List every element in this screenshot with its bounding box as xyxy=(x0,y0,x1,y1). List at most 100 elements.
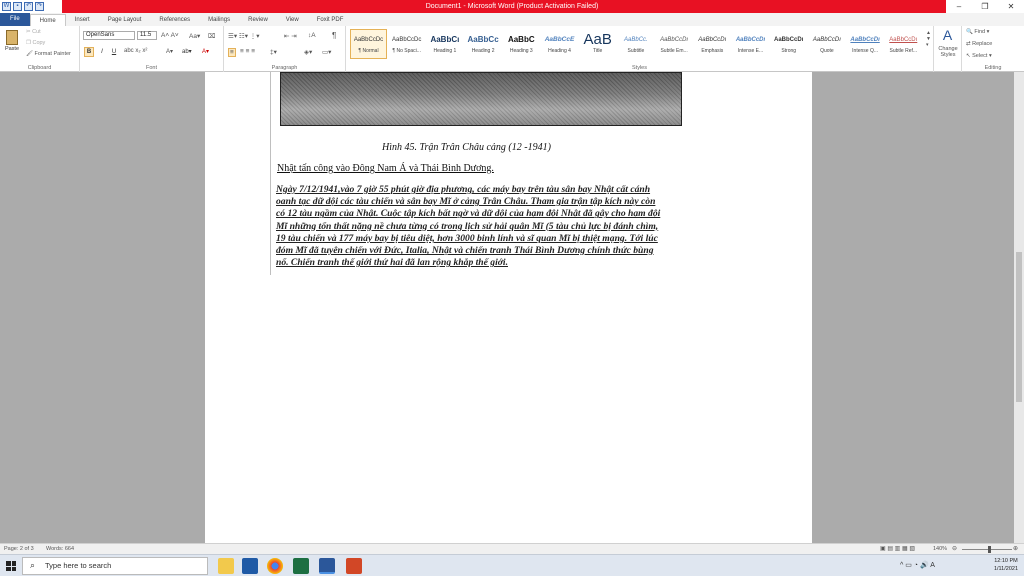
show-marks-button[interactable]: ¶ xyxy=(332,31,336,40)
style-9[interactable]: AaBbCcDı Emphasis xyxy=(694,29,731,59)
tab-references[interactable]: References xyxy=(150,14,199,26)
tab-file[interactable]: File xyxy=(0,13,30,26)
style-1[interactable]: AaBbCcDc ¶ No Spaci... xyxy=(388,29,425,59)
style-8[interactable]: AaBbCcDı Subtle Em... xyxy=(656,29,693,59)
underline-button[interactable]: U xyxy=(109,47,119,57)
style-10[interactable]: AaBbCcDı Intense E... xyxy=(732,29,769,59)
tab-view[interactable]: View xyxy=(277,14,308,26)
style-13[interactable]: AaBbCcDı Intense Q... xyxy=(847,29,884,59)
indent-icon[interactable]: ⇤ ⇥ xyxy=(284,32,297,40)
clock[interactable]: 12:10 PM 1/11/2021 xyxy=(994,557,1018,573)
zoom-out-icon[interactable]: ⊖ xyxy=(952,545,957,552)
maximize-button[interactable]: ❐ xyxy=(972,0,998,13)
ribbon-tabs: File Home Insert Page Layout References … xyxy=(0,13,1024,26)
style-0[interactable]: AaBbCcDc ¶ Normal xyxy=(350,29,387,59)
clear-format-icon[interactable]: ⌧ xyxy=(208,32,216,40)
brush-icon: 🖌 xyxy=(26,51,35,57)
minimize-button[interactable]: – xyxy=(946,0,972,13)
page-count[interactable]: Page: 2 of 3 xyxy=(4,546,34,552)
tab-insert[interactable]: Insert xyxy=(66,14,99,26)
mail-icon[interactable] xyxy=(242,558,258,574)
style-preview: AaBbCcDı xyxy=(889,37,918,43)
clock-date: 1/11/2021 xyxy=(993,566,1018,572)
bold-button[interactable]: B xyxy=(84,47,94,57)
style-14[interactable]: AaBbCcDı Subtle Ref... xyxy=(885,29,922,59)
style-4[interactable]: AaBbC Heading 3 xyxy=(503,29,540,59)
tab-review[interactable]: Review xyxy=(239,14,277,26)
line-spacing-icon[interactable]: ‡▾ xyxy=(270,48,277,56)
tab-mailings[interactable]: Mailings xyxy=(199,14,239,26)
borders-icon[interactable]: ▭▾ xyxy=(322,48,331,56)
shading-icon[interactable]: ◈▾ xyxy=(304,48,312,56)
style-name: Strong xyxy=(781,48,797,54)
zoom-in-icon[interactable]: ⊕ xyxy=(1013,545,1018,552)
cut-button[interactable]: ✂ Cut xyxy=(26,29,41,35)
style-name: Subtitle xyxy=(627,48,645,54)
tray-icons[interactable]: ^ ▭ ◔ 🔊 A xyxy=(900,561,935,569)
ribbon: Paste ✂ Cut ❐ Copy 🖌 Format Painter Clip… xyxy=(0,26,1024,72)
format-painter-button[interactable]: 🖌 Format Painter xyxy=(26,51,71,57)
font-name-box[interactable]: OpenSans xyxy=(83,31,135,40)
font-size-box[interactable]: 11.5 xyxy=(137,31,157,40)
file-explorer-icon[interactable] xyxy=(218,558,234,574)
style-11[interactable]: AaBbCcDı Strong xyxy=(770,29,807,59)
save-icon[interactable]: ▪ xyxy=(13,2,22,11)
align-left-icon[interactable]: ≡ xyxy=(228,48,236,57)
undo-icon[interactable]: ↶ xyxy=(24,2,33,11)
editing-label: Editing xyxy=(984,65,1002,71)
change-styles-icon: A xyxy=(942,27,953,43)
text-effects-icon[interactable]: A▾ xyxy=(166,48,173,55)
tab-foxit-pdf[interactable]: Foxit PDF xyxy=(308,14,353,26)
powerpoint-icon[interactable] xyxy=(346,558,362,574)
align-buttons-icon[interactable]: ≡ ≡ ≡ xyxy=(240,48,255,55)
change-styles-button[interactable]: A Change Styles xyxy=(934,26,962,72)
chrome-icon[interactable] xyxy=(267,558,283,574)
style-7[interactable]: AaBbCc. Subtitle xyxy=(617,29,654,59)
title-bar-alert xyxy=(62,0,946,13)
find-button[interactable]: 🔍 Find ▾ xyxy=(966,29,989,35)
excel-icon[interactable] xyxy=(293,558,309,574)
sort-icon[interactable]: ↕A xyxy=(308,32,316,39)
style-6[interactable]: AaB Title xyxy=(579,29,616,59)
grow-font-icon[interactable]: A˄ A˅ xyxy=(161,32,179,39)
tab-page-layout[interactable]: Page Layout xyxy=(99,14,151,26)
zoom-slider[interactable] xyxy=(962,546,1012,553)
zoom-level[interactable]: 140% xyxy=(933,546,947,552)
style-preview: AaBbCcDı xyxy=(850,37,880,43)
tab-home[interactable]: Home xyxy=(29,14,66,26)
word-taskbar-icon[interactable] xyxy=(319,558,335,574)
battle-photo[interactable] xyxy=(280,72,682,126)
gallery-scroll-icon[interactable]: ▲ ▼ ▾ xyxy=(926,30,931,48)
close-button[interactable]: ✕ xyxy=(998,0,1024,13)
zoom-thumb[interactable] xyxy=(988,546,991,553)
select-button[interactable]: ↖ Select ▾ xyxy=(966,53,992,59)
windows-start-icon[interactable] xyxy=(6,561,16,571)
section-heading: Nhật tấn công vào Đông Nam Á và Thái Bìn… xyxy=(277,163,494,174)
redo-icon[interactable]: ↷ xyxy=(35,2,44,11)
view-buttons-icon[interactable]: ▣ ▤ ▥ ▦ ▧ xyxy=(880,545,915,552)
style-2[interactable]: AaBbCı Heading 1 xyxy=(426,29,463,59)
change-case-icon[interactable]: Aa▾ xyxy=(189,32,200,40)
bullets-icon[interactable]: ☰▾ ☷▾ ⋮▾ xyxy=(228,32,260,40)
style-name: Subtle Em... xyxy=(660,48,688,54)
style-preview: AaBbCcDı xyxy=(812,37,841,43)
style-preview: AaBbCc xyxy=(467,35,499,44)
copy-button[interactable]: ❐ Copy xyxy=(26,40,45,46)
para-line: nổ. Chiến tranh thế giới thứ hai đã lan … xyxy=(276,257,508,269)
word-app-icon[interactable]: W xyxy=(2,2,11,11)
style-5[interactable]: AaBbCcE Heading 4 xyxy=(541,29,578,59)
style-preview: AaBbC xyxy=(507,35,535,44)
style-3[interactable]: AaBbCc Heading 2 xyxy=(465,29,502,59)
style-12[interactable]: AaBbCcDı Quote xyxy=(808,29,845,59)
word-count[interactable]: Words: 664 xyxy=(46,546,74,552)
vertical-scrollbar[interactable] xyxy=(1014,72,1024,543)
taskbar-search[interactable]: Type here to search xyxy=(22,557,208,575)
scroll-thumb[interactable] xyxy=(1016,252,1022,402)
replace-button[interactable]: ⇄ Replace xyxy=(966,41,992,47)
italic-button[interactable]: I xyxy=(97,47,107,57)
para-line: Ngày 7/12/1941,vào 7 giờ 55 phút giờ địa… xyxy=(276,184,651,195)
highlight-icon[interactable]: ab▾ xyxy=(182,48,192,55)
strikethrough-icon[interactable]: abc x₂ x² xyxy=(124,48,147,54)
paste-button[interactable]: Paste xyxy=(3,28,21,60)
font-color-icon[interactable]: A▾ xyxy=(202,48,209,55)
